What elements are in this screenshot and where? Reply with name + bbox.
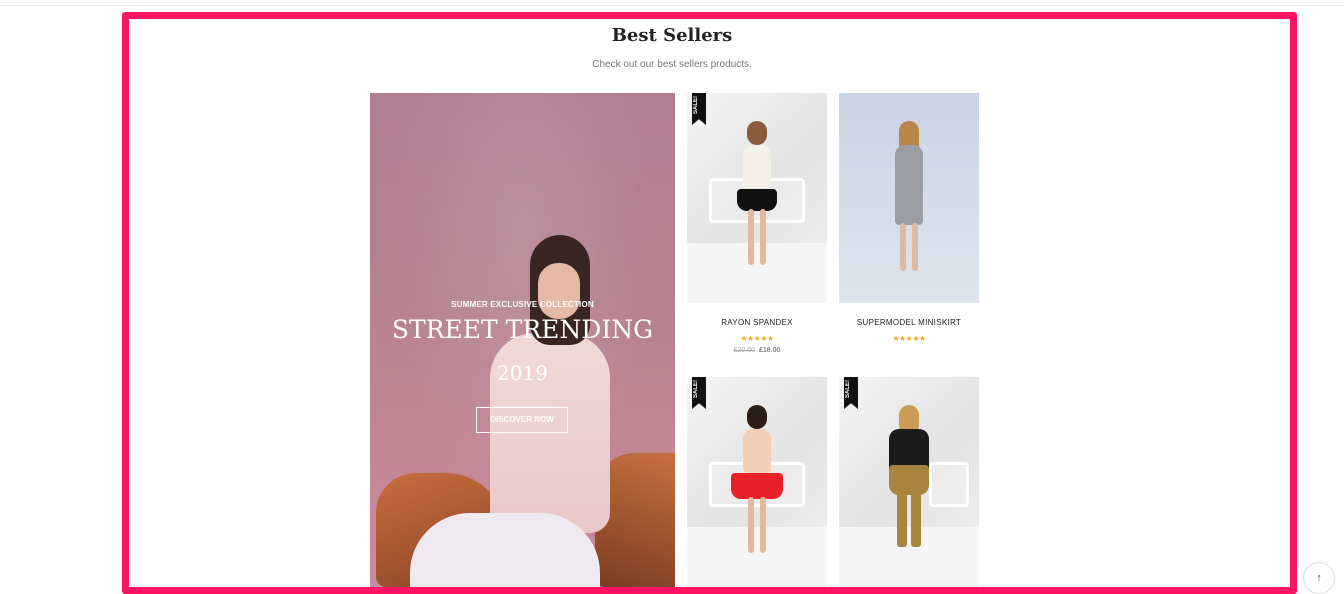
scroll-to-top-button[interactable]: ↑ — [1303, 562, 1335, 594]
header-divider — [0, 5, 1344, 6]
arrow-up-icon: ↑ — [1316, 572, 1322, 584]
highlight-frame — [122, 12, 1297, 594]
